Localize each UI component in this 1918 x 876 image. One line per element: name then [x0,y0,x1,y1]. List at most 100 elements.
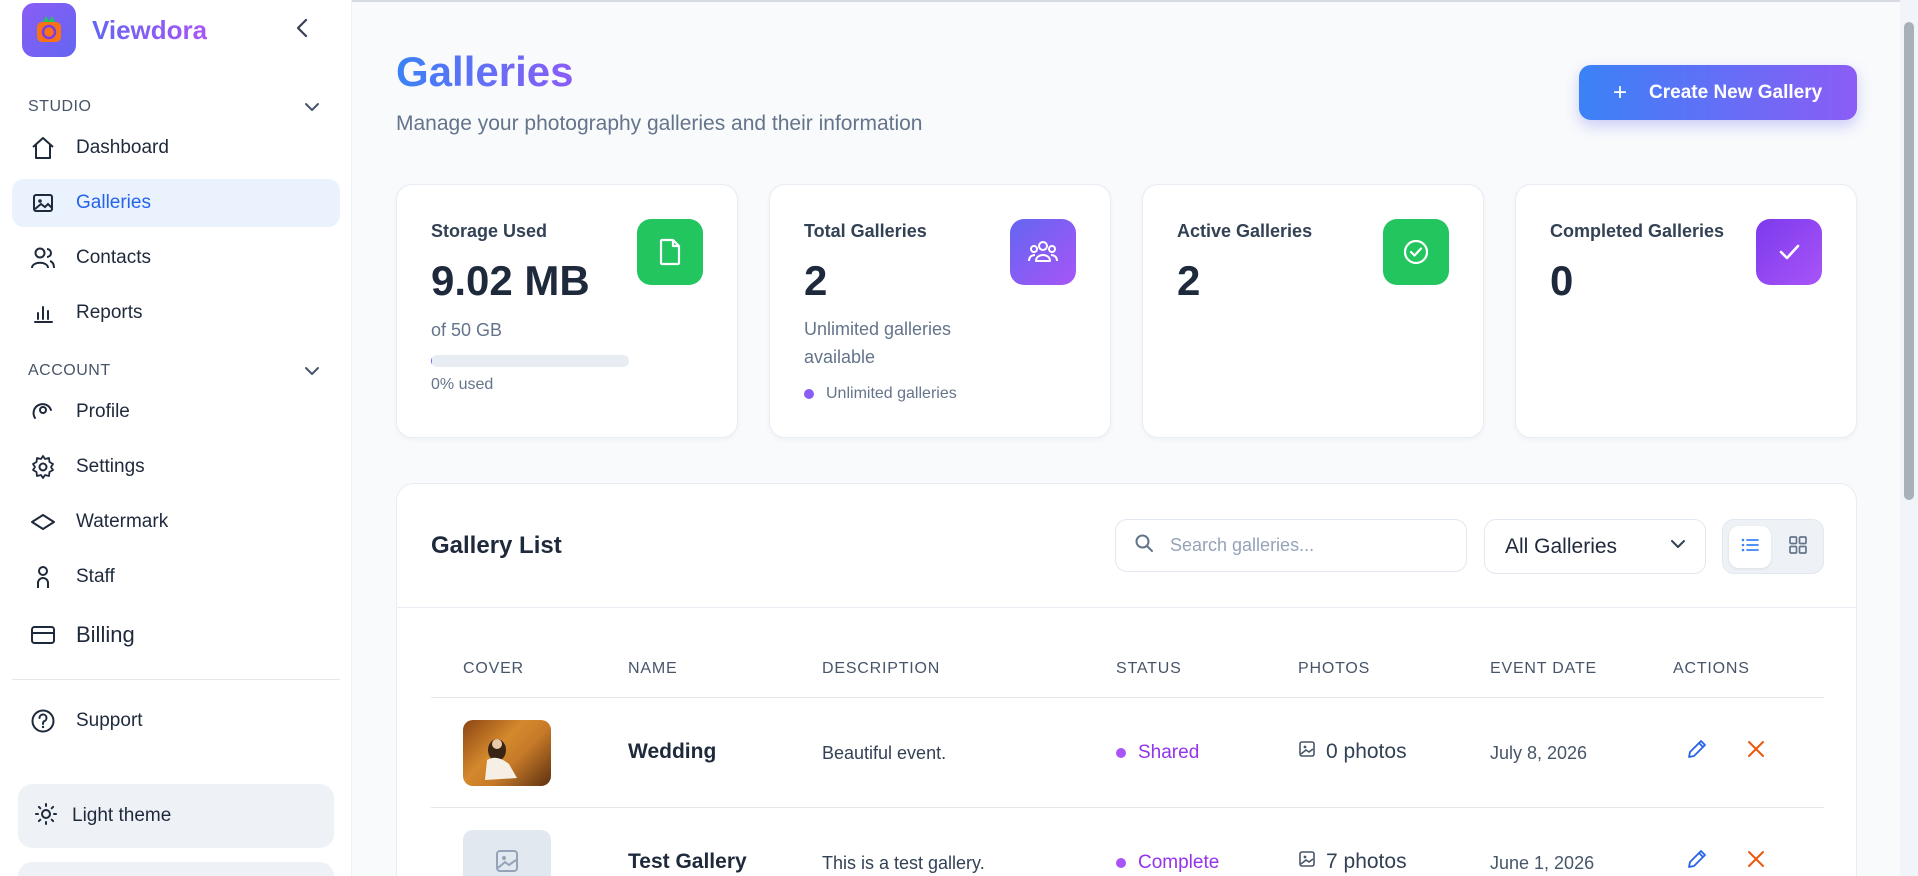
users-icon [30,245,56,271]
storage-progress-label: 0% used [431,376,494,393]
create-new-gallery-label: Create New Gallery [1649,81,1823,103]
list-view-button[interactable] [1729,526,1771,568]
sidebar-item-dashboard[interactable]: Dashboard [12,124,340,172]
unlimited-note: Unlimited galleries [804,385,957,403]
sidebar-item-staff[interactable]: Staff [12,553,340,601]
image-placeholder-icon [494,848,520,876]
header-row-divider [431,697,1824,698]
search-input[interactable] [1170,535,1450,556]
column-header-actions: ACTIONS [1673,660,1750,677]
delete-gallery-button[interactable] [1742,737,1770,765]
pencil-icon [1686,848,1708,875]
sidebar-item-settings[interactable]: Settings [12,443,340,491]
watermark-icon [30,509,56,535]
sidebar-item-label: Watermark [76,511,169,532]
gear-icon [30,454,56,480]
photo-count: 0 photos [1298,740,1407,764]
scrollbar-thumb[interactable] [1904,22,1914,500]
gallery-name[interactable]: Wedding [628,740,716,764]
close-icon [1746,739,1766,764]
status-dot [804,389,814,399]
brand[interactable]: Viewdora [22,2,207,58]
sidebar-item-label: Support [76,710,143,731]
close-icon [1746,849,1766,874]
search-box[interactable] [1115,519,1467,572]
stat-title: Active Galleries [1177,221,1313,241]
event-date: June 1, 2026 [1490,853,1595,873]
theme-toggle-button[interactable]: Light theme [18,784,334,848]
section-label-account: ACCOUNT [28,362,111,379]
check-icon [1756,219,1822,285]
document-icon [637,219,703,285]
stat-value: 9.02 MB [431,257,590,304]
sidebar-item-support[interactable]: Support [12,697,340,745]
sidebar-item-label: Billing [76,622,135,647]
delete-gallery-button[interactable] [1742,847,1770,875]
page-subtitle: Manage your photography galleries and th… [396,112,923,135]
gallery-cover-image[interactable] [463,830,551,876]
section-label-studio: STUDIO [28,98,92,115]
sidebar-item-galleries[interactable]: Galleries [12,179,340,227]
status-dot [1116,858,1126,868]
view-toggle [1722,519,1824,574]
image-icon [1298,740,1316,764]
sidebar-item-label: Reports [76,302,143,323]
stat-title: Storage Used [431,221,548,241]
stat-sub: of 50 GB [431,320,503,340]
status-label: Complete [1138,852,1220,873]
chevron-down-icon[interactable] [302,97,322,117]
grid-view-button[interactable] [1777,526,1819,568]
sun-icon [34,802,58,831]
gallery-filter-select[interactable]: All Galleries [1484,519,1706,574]
theme-toggle-label: Light theme [72,805,172,826]
panel-divider [397,607,1856,608]
page-scrollbar[interactable] [1900,0,1918,876]
stat-sub: Unlimited galleries available [804,319,952,367]
column-header-name: NAME [628,660,678,677]
gallery-cover-image[interactable] [463,720,551,786]
search-icon [1134,533,1154,558]
photo-count: 7 photos [1298,850,1407,874]
gallery-description: Beautiful event. [822,743,947,763]
sidebar-item-reports[interactable]: Reports [12,289,340,337]
stat-title: Total Galleries [804,221,927,241]
sidebar-footer [18,862,334,876]
edit-gallery-button[interactable] [1683,737,1711,765]
sidebar-item-billing[interactable]: Billing [12,611,340,659]
column-header-photos: PHOTOS [1298,660,1371,677]
stat-title: Completed Galleries [1550,221,1725,241]
sidebar-divider [12,679,340,680]
plus-icon: + [1613,78,1628,106]
create-new-gallery-button[interactable]: + Create New Gallery [1579,65,1857,120]
row-divider [431,807,1824,808]
column-header-event-date: EVENT DATE [1490,660,1597,677]
image-icon [30,190,56,216]
total-galleries-card: Total Galleries 2 Unlimited galleries av… [769,184,1111,438]
sidebar-item-label: Galleries [76,192,151,213]
list-icon [1740,536,1760,559]
stat-value: 0 [1550,257,1574,304]
page-title: Galleries [396,48,574,95]
storage-progress-bar [431,355,629,367]
group-icon [1010,219,1076,285]
staff-icon [30,564,56,590]
collapse-sidebar-button[interactable] [290,16,314,40]
sidebar-item-label: Dashboard [76,137,169,158]
edit-gallery-button[interactable] [1683,847,1711,875]
sidebar-item-contacts[interactable]: Contacts [12,234,340,282]
sidebar-item-label: Profile [76,401,130,422]
sidebar-item-profile[interactable]: Profile [12,388,340,436]
filter-value: All Galleries [1505,534,1618,558]
photo-count-label: 7 photos [1326,850,1407,873]
brand-logo-icon [22,3,76,57]
chevron-down-icon[interactable] [302,361,322,381]
check-circle-icon [1383,219,1449,285]
sidebar-item-watermark[interactable]: Watermark [12,498,340,546]
completed-galleries-card: Completed Galleries 0 [1515,184,1857,438]
gallery-name[interactable]: Test Gallery [628,850,747,874]
event-date: July 8, 2026 [1490,743,1588,763]
status-dot [1116,748,1126,758]
status-label: Shared [1138,742,1200,763]
grid-icon [1788,535,1808,560]
column-header-status: STATUS [1116,660,1182,677]
